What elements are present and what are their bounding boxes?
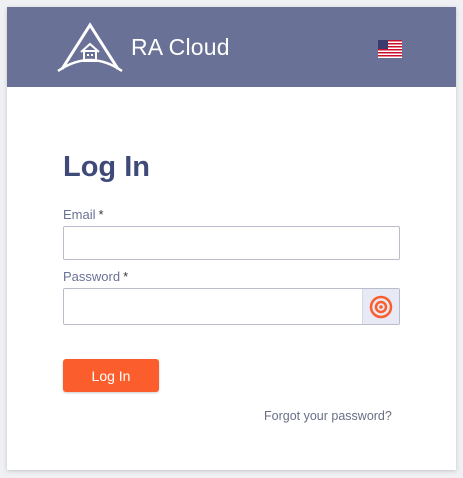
- page-title: Log In: [63, 151, 150, 183]
- eye-icon[interactable]: [362, 289, 399, 324]
- brand-name: RA Cloud: [131, 34, 230, 60]
- forgot-password-link[interactable]: Forgot your password?: [264, 409, 392, 423]
- header-bar: RA Cloud: [7, 7, 456, 87]
- password-label: Password *: [63, 269, 129, 284]
- login-card: RA Cloud Log In Email * Password * Log In: [7, 7, 456, 470]
- us-flag-icon[interactable]: [378, 40, 402, 58]
- email-label: Email *: [63, 207, 104, 222]
- email-field[interactable]: [63, 226, 400, 260]
- password-field[interactable]: [63, 288, 400, 325]
- login-button[interactable]: Log In: [63, 359, 159, 392]
- house-mountain-logo-icon: [57, 22, 123, 73]
